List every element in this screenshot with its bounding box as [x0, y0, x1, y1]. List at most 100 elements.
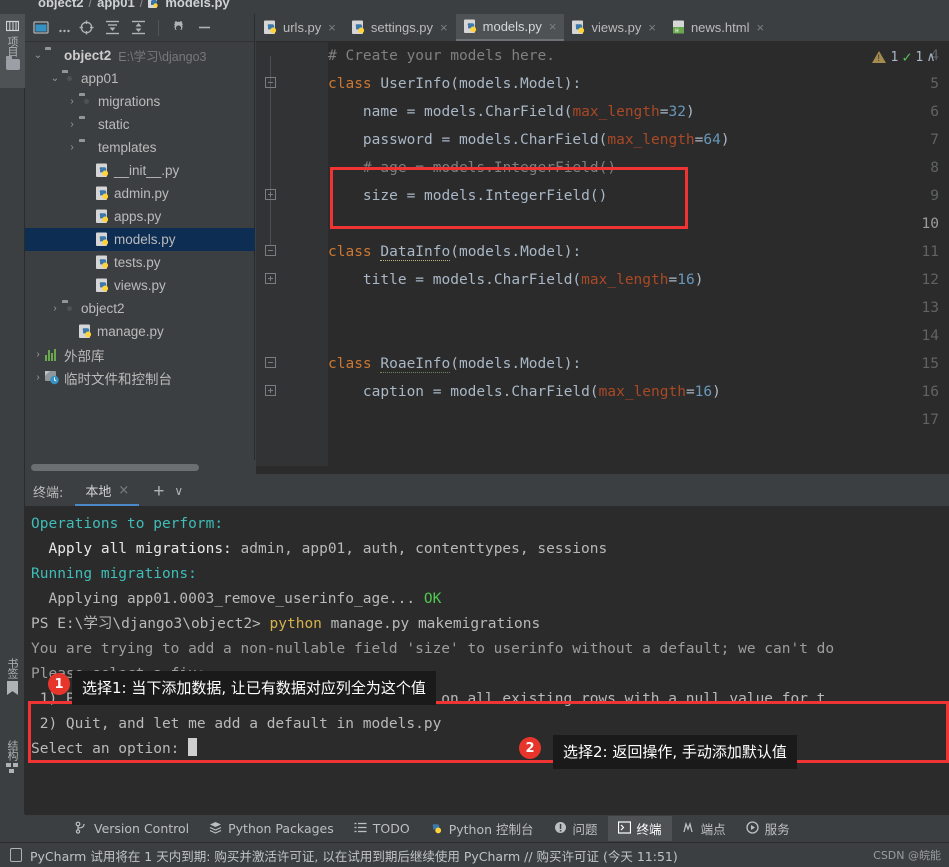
chevron-up-icon[interactable]: ∧ [927, 50, 935, 65]
editor-horizontal-scrollbar[interactable] [256, 466, 949, 474]
tool-window-button-python----[interactable]: Python 控制台 [420, 816, 544, 841]
chevron-down-icon[interactable]: ∨ [174, 484, 183, 498]
editor-fold-column[interactable] [302, 42, 328, 474]
fold-toggle-icon[interactable] [264, 182, 276, 210]
code-line[interactable]: # Create your models here. [328, 42, 949, 70]
tree-item-apps-py[interactable]: apps.py [25, 205, 255, 228]
tree-item---------[interactable]: › 临时文件和控制台 [25, 366, 255, 389]
editor-inspection-status[interactable]: 1 ✓ 1 ∧ [872, 48, 935, 66]
close-icon[interactable]: × [756, 20, 764, 35]
tool-window-button---[interactable]: 服务 [736, 816, 800, 841]
project-toolbar [25, 14, 254, 42]
breadcrumb[interactable]: object2 / app01 / models.py [38, 0, 230, 10]
more-icon[interactable] [59, 19, 70, 36]
new-terminal-button[interactable]: + [153, 482, 164, 501]
tool-window-button-python-packages[interactable]: Python Packages [199, 818, 344, 840]
tool-window-button-todo[interactable]: TODO [344, 818, 420, 840]
tree-item-views-py[interactable]: views.py [25, 274, 255, 297]
tree-item---init---py[interactable]: __init__.py [25, 159, 255, 182]
chevron-down-icon[interactable]: ⌄ [31, 50, 45, 61]
code-line[interactable] [328, 406, 949, 434]
tool-window-button---[interactable]: 终端 [607, 816, 672, 841]
terminal-tab-local[interactable]: 本地 × [75, 476, 140, 506]
tree-item-admin-py[interactable]: admin.py [25, 182, 255, 205]
project-tool-window: ⌄ object2 E:\学习\django3 ⌄ app01 › migrations › s… [25, 14, 255, 474]
close-icon[interactable]: × [648, 20, 656, 35]
code-text[interactable]: # Create your models here. class UserInfo… [328, 42, 949, 474]
fold-toggle-icon[interactable] [264, 266, 276, 294]
sidebar-tab-project[interactable]: 项目 [0, 14, 25, 88]
bookmark-icon [7, 681, 18, 695]
toolbar-divider [158, 19, 159, 36]
terminal-output[interactable]: Operations to perform: Apply all migrati… [25, 506, 949, 814]
sidebar-tab-structure[interactable]: 结构 [0, 736, 25, 808]
tool-window-button---[interactable]: 端点 [672, 816, 736, 841]
breadcrumb-item-2[interactable]: models.py [165, 0, 229, 10]
select-opened-file-icon[interactable] [33, 19, 50, 36]
tree-item-tests-py[interactable]: tests.py [25, 251, 255, 274]
code-line[interactable]: class DataInfo(models.Model): [328, 238, 949, 266]
tool-windows-bar[interactable]: Version Control Python Packages TODO Python… [25, 814, 949, 842]
collapse-all-icon[interactable] [130, 19, 147, 36]
project-horizontal-scrollbar[interactable] [25, 460, 255, 474]
code-line[interactable]: title = models.CharField(max_length=16) [328, 266, 949, 294]
scrollbar-thumb[interactable] [31, 464, 199, 471]
chevron-right-icon[interactable]: › [31, 349, 45, 360]
gear-icon[interactable] [170, 19, 187, 36]
chevron-right-icon[interactable]: › [65, 96, 79, 107]
editor-tab-label: models.py [482, 19, 542, 34]
tree-item-migrations[interactable]: › migrations [25, 90, 255, 113]
breadcrumb-item-1[interactable]: app01 [97, 0, 135, 10]
code-line[interactable] [328, 294, 949, 322]
locate-icon[interactable] [78, 19, 95, 36]
sidebar-tab-bookmarks[interactable]: 书签 [0, 654, 25, 726]
editor-tab-urls-py[interactable]: urls.py × [256, 14, 344, 41]
status-message[interactable]: PyCharm 试用将在 1 天内到期: 购买并激活许可证, 以在试用到期后继续… [30, 846, 678, 865]
project-tree[interactable]: ⌄ object2 E:\学习\django3 ⌄ app01 › migrations › s… [25, 42, 255, 456]
close-icon[interactable]: × [549, 19, 557, 34]
editor-tab-label: news.html [690, 20, 750, 35]
fold-toggle-icon[interactable] [264, 350, 276, 378]
fold-toggle-icon[interactable] [264, 70, 276, 98]
tool-window-button---[interactable]: 问题 [544, 816, 608, 841]
chevron-down-icon[interactable]: ⌄ [48, 73, 62, 84]
tree-item-app01[interactable]: ⌄ app01 [25, 67, 255, 90]
expand-all-icon[interactable] [104, 19, 121, 36]
close-icon[interactable]: × [328, 20, 336, 35]
tree-item-manage-py[interactable]: manage.py [25, 320, 255, 343]
editor-tab-settings-py[interactable]: settings.py × [344, 14, 456, 41]
editor-tab-bar[interactable]: urls.py × settings.py × models.py × views.py × H… [256, 14, 949, 42]
editor-tab-views-py[interactable]: views.py × [564, 14, 663, 41]
code-editor[interactable]: 4 5 6 7 8 9 10 11 12 13 14 15 16 17 # Create your mod… [256, 42, 949, 474]
tree-item-object2[interactable]: ⌄ object2 E:\学习\django3 [25, 44, 255, 67]
code-line[interactable]: # age = models.IntegerField() [328, 154, 949, 182]
close-icon[interactable]: × [118, 483, 129, 498]
chevron-right-icon[interactable]: › [65, 142, 79, 153]
tree-item-models-py[interactable]: models.py [25, 228, 255, 251]
tree-item----[interactable]: › 外部库 [25, 343, 255, 366]
editor-tab-news-html[interactable]: Hnews.html × [664, 14, 772, 41]
fold-toggle-icon[interactable] [264, 238, 276, 266]
chevron-right-icon[interactable]: › [65, 119, 79, 130]
code-line[interactable]: size = models.IntegerField() [328, 182, 949, 210]
hide-panel-icon[interactable] [196, 19, 213, 36]
tool-window-button-version-control[interactable]: Version Control [65, 818, 199, 840]
code-line[interactable]: name = models.CharField(max_length=32) [328, 98, 949, 126]
close-icon[interactable]: × [440, 20, 448, 35]
editor-tab-models-py[interactable]: models.py × [455, 14, 565, 41]
tree-item-static[interactable]: › static [25, 113, 255, 136]
code-line[interactable]: class UserInfo(models.Model): [328, 70, 949, 98]
code-line[interactable] [328, 210, 949, 238]
chevron-right-icon[interactable]: › [31, 372, 45, 383]
code-line[interactable]: class RoaeInfo(models.Model): [328, 350, 949, 378]
tree-item-object2[interactable]: › object2 [25, 297, 255, 320]
code-line[interactable]: caption = models.CharField(max_length=16… [328, 378, 949, 406]
chevron-right-icon[interactable]: › [48, 303, 62, 314]
tree-item-templates[interactable]: › templates [25, 136, 255, 159]
code-line[interactable]: password = models.CharField(max_length=6… [328, 126, 949, 154]
breadcrumb-item-0[interactable]: object2 [38, 0, 84, 10]
breadcrumb-separator: / [88, 0, 93, 10]
fold-toggle-icon[interactable] [264, 378, 276, 406]
check-count: 1 [915, 49, 924, 65]
code-line[interactable] [328, 322, 949, 350]
